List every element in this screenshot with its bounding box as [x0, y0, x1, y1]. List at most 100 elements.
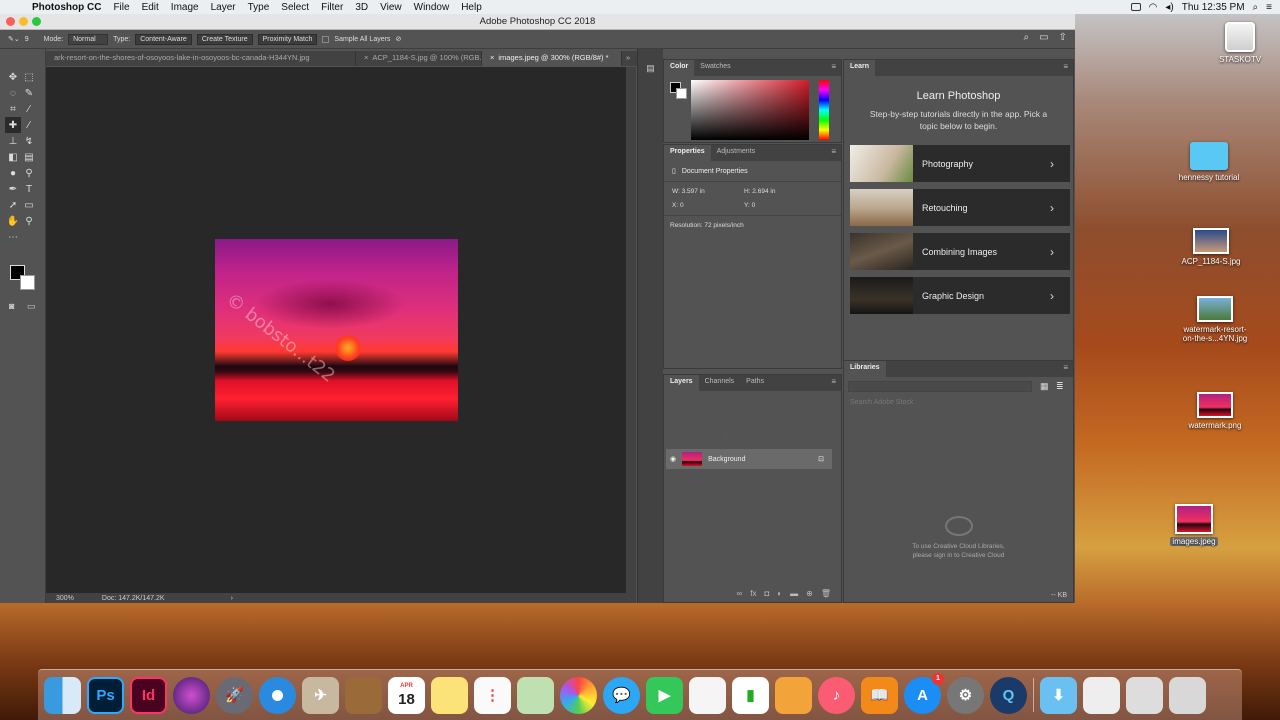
lasso-tool-icon[interactable]: ◌ — [5, 85, 21, 101]
y-value[interactable]: Y: 0 — [744, 202, 816, 209]
menu-app[interactable]: Photoshop CC — [28, 2, 107, 13]
finder-icon[interactable] — [44, 676, 81, 714]
keynote-icon[interactable] — [775, 676, 812, 714]
desktop-drive[interactable]: STASKOTV — [1213, 22, 1267, 64]
status-menu-arrow[interactable]: › — [231, 595, 233, 602]
layer-filter-icon[interactable]: ⌕ — [668, 399, 672, 407]
close-tab-icon[interactable]: × — [490, 53, 494, 62]
reminders-icon[interactable]: ⋮ — [474, 676, 511, 714]
tab-layers[interactable]: Layers — [664, 375, 699, 391]
hue-slider[interactable] — [819, 80, 829, 140]
tab-libraries[interactable]: Libraries — [844, 361, 886, 377]
contacts-icon[interactable] — [345, 676, 382, 714]
healing-brush-preset-icon[interactable]: ✎⌄ — [8, 35, 20, 43]
zoom-window-button[interactable] — [32, 17, 41, 26]
documents-stack-icon[interactable] — [1083, 676, 1120, 714]
rectangle-tool-icon[interactable]: ▭ — [21, 197, 37, 213]
color-bg-swatch[interactable] — [676, 88, 687, 99]
healing-brush-tool-icon[interactable]: ✚ — [5, 117, 21, 133]
add-mask-icon[interactable]: ◘ — [764, 589, 769, 598]
close-tab-icon[interactable]: × — [364, 53, 368, 62]
menu-help[interactable]: Help — [455, 2, 488, 13]
type-tool-icon[interactable]: T — [21, 181, 37, 197]
indesign-icon[interactable]: Id — [130, 676, 167, 714]
blur-tool-icon[interactable]: ● — [5, 165, 21, 181]
library-select[interactable] — [848, 381, 1032, 392]
notes-icon[interactable] — [431, 676, 468, 714]
trash-icon[interactable]: 🗑 — [821, 589, 831, 598]
app-store-icon[interactable]: A1 — [904, 672, 944, 714]
photos-icon[interactable] — [560, 676, 597, 714]
lock-icon[interactable]: ⊞ ✎ ✥ ⊟ ▣ — [691, 433, 729, 441]
wifi-icon[interactable]: ◠ — [1149, 2, 1158, 13]
height-value[interactable]: H: 2.694 in — [744, 188, 816, 195]
eye-icon[interactable]: ◉ — [670, 455, 676, 463]
tab-learn[interactable]: Learn — [844, 60, 876, 76]
new-layer-icon[interactable]: ⊕ — [806, 589, 813, 598]
menu-filter[interactable]: Filter — [315, 2, 349, 13]
launchpad-icon[interactable]: 🚀 — [216, 676, 253, 714]
share-icon[interactable]: ⇧ — [1059, 32, 1067, 43]
pressure-icon[interactable]: ⊘ — [395, 35, 401, 43]
desktop-stack-icon[interactable] — [1126, 676, 1163, 714]
desktop-file-images-jpeg[interactable]: images.jpeg — [1166, 504, 1222, 546]
numbers-icon[interactable]: ▮ — [732, 676, 769, 714]
link-layers-icon[interactable]: ∞ — [737, 589, 743, 598]
calendar-icon[interactable]: APR 18 — [388, 676, 425, 714]
tab-adjustments[interactable]: Adjustments — [711, 145, 762, 161]
maps-icon[interactable] — [517, 676, 554, 714]
safari-icon[interactable] — [259, 676, 296, 714]
tab-properties[interactable]: Properties — [664, 145, 711, 161]
move-tool-icon[interactable]: ✥ — [5, 69, 21, 85]
menu-window[interactable]: Window — [408, 2, 456, 13]
path-select-tool-icon[interactable]: ➚ — [5, 197, 21, 213]
blend-mode-select[interactable]: Normal — [668, 418, 691, 425]
menu-edit[interactable]: Edit — [136, 2, 165, 13]
grid-view-icon[interactable]: ▦ — [1040, 381, 1049, 392]
menu-file[interactable]: File — [107, 2, 135, 13]
search-icon[interactable]: ⌕ — [1024, 32, 1030, 43]
x-value[interactable]: X: 0 — [672, 202, 744, 209]
gradient-tool-icon[interactable]: ▤ — [21, 149, 37, 165]
volume-icon[interactable]: ◂) — [1165, 2, 1173, 13]
opacity-field[interactable]: 100% — [776, 418, 794, 425]
tab-color[interactable]: Color — [664, 60, 695, 76]
close-window-button[interactable] — [6, 17, 15, 26]
layer-name[interactable]: Background — [708, 456, 745, 463]
brush-tool-icon[interactable]: ⁄ — [21, 117, 37, 133]
quicktime-icon[interactable]: Q — [990, 676, 1027, 714]
history-brush-tool-icon[interactable]: ↯ — [21, 133, 37, 149]
tab-resort-jpg[interactable]: ark-resort-on-the-shores-of-osoyoos-lake… — [46, 51, 356, 66]
tab-acp-jpg[interactable]: × ACP_1184-S.jpg @ 100% (RGB... — [356, 51, 482, 66]
zoom-level[interactable]: 300% — [56, 595, 74, 602]
menu-select[interactable]: Select — [275, 2, 315, 13]
color-picker-field[interactable] — [691, 80, 809, 140]
menu-3d[interactable]: 3D — [349, 2, 374, 13]
tutorial-photography[interactable]: Photography › — [850, 145, 1070, 182]
history-panel-icon[interactable]: ▤ — [644, 63, 658, 75]
panel-menu-icon[interactable]: ≡ — [1063, 62, 1068, 71]
clock[interactable]: Thu 12:35 PM — [1182, 2, 1245, 13]
clone-stamp-tool-icon[interactable]: ⊥ — [5, 133, 21, 149]
downloads-folder-icon[interactable]: ⬇ — [1040, 676, 1077, 714]
fill-field[interactable]: 100% — [751, 434, 769, 441]
hand-tool-icon[interactable]: ✋ — [5, 213, 21, 229]
panel-menu-icon[interactable]: ≡ — [831, 62, 836, 71]
menu-view[interactable]: View — [374, 2, 408, 13]
system-preferences-icon[interactable]: ⚙ — [947, 676, 984, 714]
panel-menu-icon[interactable]: ≡ — [831, 377, 836, 386]
tutorial-combining-images[interactable]: Combining Images › — [850, 233, 1070, 270]
stock-search-input[interactable]: Search Adobe Stock — [850, 399, 913, 406]
screen-mode-icon[interactable]: ▭ — [27, 301, 36, 312]
edit-toolbar-icon[interactable]: ⋯ — [5, 229, 21, 245]
background-color-swatch[interactable] — [20, 275, 35, 290]
quick-select-tool-icon[interactable]: ✎ — [21, 85, 37, 101]
workspace-icon[interactable]: ▭ — [1039, 32, 1048, 43]
mode-select[interactable]: Normal — [68, 33, 109, 45]
siri-icon[interactable] — [173, 676, 210, 714]
pen-tool-icon[interactable]: ✒ — [5, 181, 21, 197]
trash-icon[interactable] — [1169, 676, 1206, 714]
tutorial-retouching[interactable]: Retouching › — [850, 189, 1070, 226]
eyedropper-tool-icon[interactable]: ⁄ — [21, 101, 37, 117]
more-tabs-icon[interactable]: » — [622, 51, 634, 66]
